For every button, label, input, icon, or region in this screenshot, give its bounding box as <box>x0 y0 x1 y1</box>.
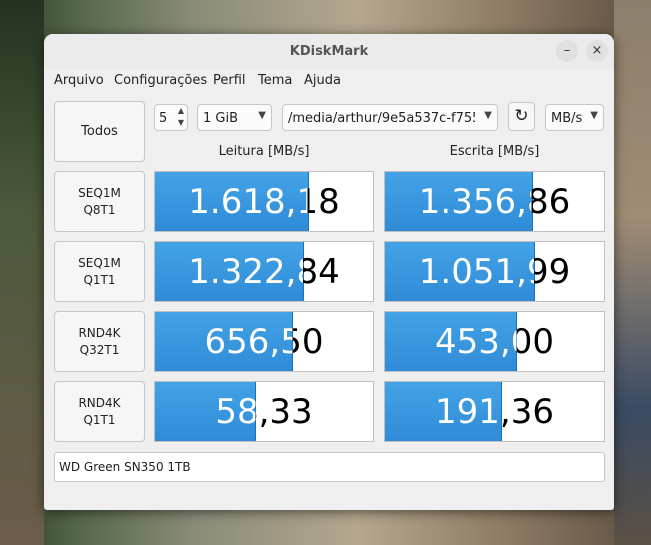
test-name: SEQ1M <box>78 255 121 270</box>
spin-down-icon[interactable]: ▼ <box>178 118 184 127</box>
device-name-field[interactable]: WD Green SN350 1TB <box>54 452 605 482</box>
test-params: Q1T1 <box>83 272 116 287</box>
test-params: Q32T1 <box>79 342 120 357</box>
runs-value: 5 <box>159 111 168 126</box>
write-result-value: 453,00 <box>385 312 604 371</box>
test-button-label: SEQ1M Q1T1 <box>78 255 121 289</box>
runs-spinbox[interactable]: 5 ▲ ▼ <box>154 104 188 131</box>
menu-tema[interactable]: Tema <box>258 73 292 88</box>
test-button-2[interactable]: RND4K Q32T1 <box>54 311 145 372</box>
menu-bar: Arquivo Configurações Perfil Tema Ajuda <box>44 70 614 92</box>
wallpaper-left <box>0 0 44 545</box>
menu-configuracoes[interactable]: Configurações <box>114 73 207 88</box>
test-button-1[interactable]: SEQ1M Q1T1 <box>54 241 145 302</box>
test-button-label: RND4K Q32T1 <box>78 325 120 359</box>
test-params: Q1T1 <box>83 412 116 427</box>
test-button-3[interactable]: RND4K Q1T1 <box>54 381 145 442</box>
write-result-meter: 1.356,86 <box>384 171 605 232</box>
read-result-value: 58,33 <box>155 382 373 441</box>
test-button-label: SEQ1M Q8T1 <box>78 185 121 219</box>
target-path-value: /media/arthur/9e5a537c-f755-4a <box>288 111 475 126</box>
close-button[interactable]: × <box>586 40 608 62</box>
test-name: RND4K <box>78 325 121 340</box>
test-size-select[interactable]: 1 GiB ▼ <box>197 104 272 131</box>
write-result-value: 191,36 <box>385 382 604 441</box>
test-name: SEQ1M <box>78 185 121 200</box>
read-result-value: 656,50 <box>155 312 373 371</box>
close-icon: × <box>591 43 603 58</box>
wallpaper-right <box>614 0 651 545</box>
chevron-down-icon: ▼ <box>484 110 492 121</box>
unit-value: MB/s <box>551 111 583 126</box>
test-size-value: 1 GiB <box>203 111 239 126</box>
spin-up-icon[interactable]: ▲ <box>178 106 184 115</box>
write-result-value: 1.356,86 <box>385 172 604 231</box>
refresh-button[interactable]: ↻ <box>508 102 535 131</box>
write-result-meter: 453,00 <box>384 311 605 372</box>
test-params: Q8T1 <box>83 202 116 217</box>
minimize-button[interactable]: – <box>556 40 578 62</box>
chevron-down-icon: ▼ <box>258 110 266 121</box>
minimize-icon: – <box>563 43 571 58</box>
title-bar: KDiskMark – × <box>44 34 614 71</box>
test-button-label: RND4K Q1T1 <box>78 395 120 429</box>
read-result-meter: 58,33 <box>154 381 374 442</box>
read-result-value: 1.618,18 <box>155 172 373 231</box>
refresh-icon: ↻ <box>514 106 529 126</box>
write-result-meter: 1.051,99 <box>384 241 605 302</box>
target-path-select[interactable]: /media/arthur/9e5a537c-f755-4a ▼ <box>282 104 498 131</box>
write-column-header: Escrita [MB/s] <box>449 144 540 159</box>
read-result-meter: 1.618,18 <box>154 171 374 232</box>
unit-select[interactable]: MB/s ▼ <box>545 104 604 131</box>
run-all-button[interactable]: Todos <box>54 101 145 162</box>
read-result-value: 1.322,84 <box>155 242 373 301</box>
write-result-value: 1.051,99 <box>385 242 604 301</box>
read-result-meter: 1.322,84 <box>154 241 374 302</box>
write-result-meter: 191,36 <box>384 381 605 442</box>
read-column-header: Leitura [MB/s] <box>218 144 310 159</box>
menu-arquivo[interactable]: Arquivo <box>54 73 104 88</box>
menu-ajuda[interactable]: Ajuda <box>304 73 341 88</box>
window-title: KDiskMark <box>289 44 369 59</box>
chevron-down-icon: ▼ <box>590 110 598 121</box>
test-name: RND4K <box>78 395 121 410</box>
kdiskmark-window: KDiskMark – × Arquivo Configurações Perf… <box>44 34 614 510</box>
menu-perfil[interactable]: Perfil <box>213 73 246 88</box>
test-button-0[interactable]: SEQ1M Q8T1 <box>54 171 145 232</box>
read-result-meter: 656,50 <box>154 311 374 372</box>
